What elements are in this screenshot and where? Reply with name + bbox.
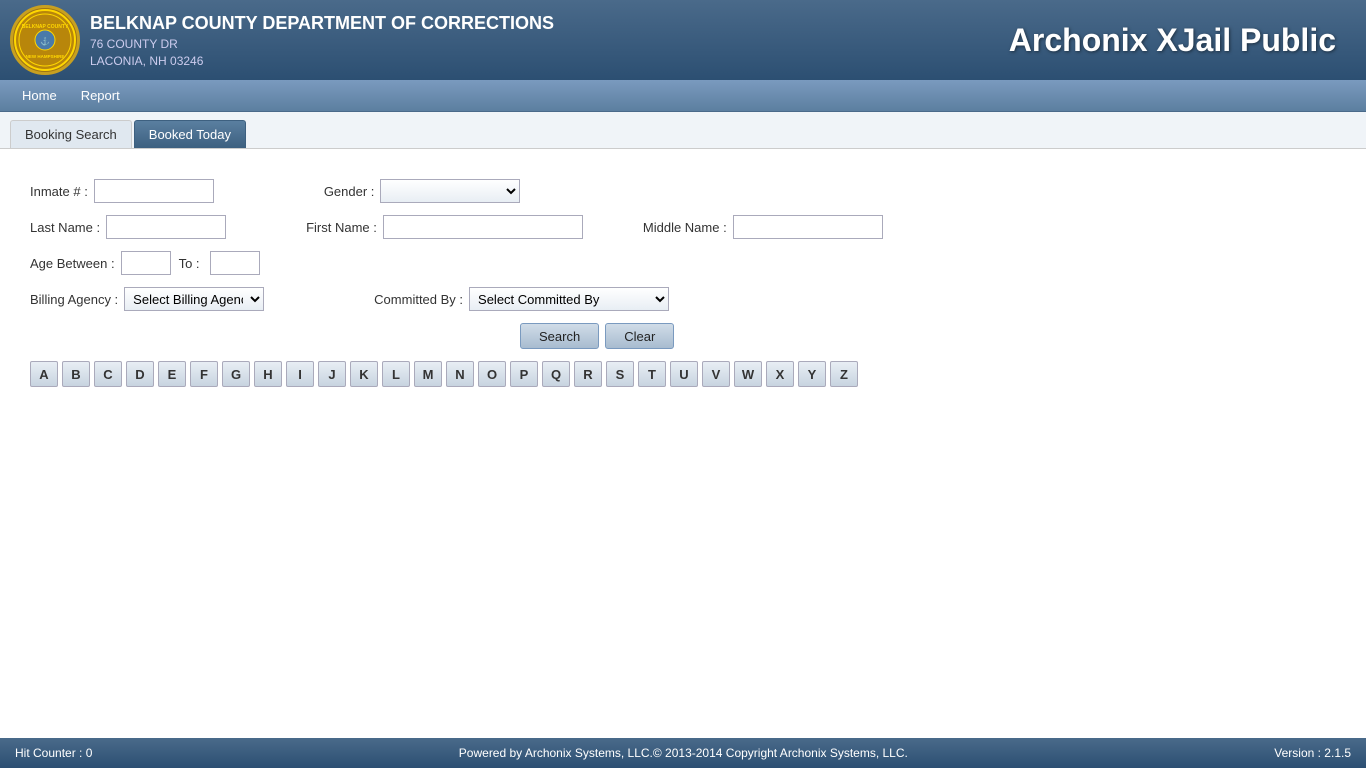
middlename-label: Middle Name : xyxy=(643,220,727,235)
tabs-container: Booking Search Booked Today xyxy=(0,112,1366,149)
form-row-buttons: Search Clear xyxy=(520,323,1336,349)
form-row-1: Inmate # : Gender : Male Female xyxy=(30,179,1336,203)
search-button[interactable]: Search xyxy=(520,323,599,349)
alpha-btn-i[interactable]: I xyxy=(286,361,314,387)
navbar: Home Report xyxy=(0,80,1366,112)
committed-select[interactable]: Select Committed By xyxy=(469,287,669,311)
alpha-btn-o[interactable]: O xyxy=(478,361,506,387)
alphabet-row: ABCDEFGHIJKLMNOPQRSTUVWXYZ xyxy=(30,361,1336,387)
nav-home[interactable]: Home xyxy=(10,80,69,112)
powered-by: Powered by Archonix Systems, LLC.© 2013-… xyxy=(459,746,908,760)
alpha-btn-h[interactable]: H xyxy=(254,361,282,387)
svg-text:NEW HAMPSHIRE: NEW HAMPSHIRE xyxy=(26,54,65,59)
alpha-btn-m[interactable]: M xyxy=(414,361,442,387)
alpha-btn-n[interactable]: N xyxy=(446,361,474,387)
alpha-btn-s[interactable]: S xyxy=(606,361,634,387)
app-brand: Archonix XJail Public xyxy=(1009,22,1336,59)
inmate-label: Inmate # : xyxy=(30,184,88,199)
age-group: Age Between : To : xyxy=(30,251,260,275)
age-to-input[interactable] xyxy=(210,251,260,275)
main-content: Inmate # : Gender : Male Female Last Nam… xyxy=(0,149,1366,729)
alpha-btn-p[interactable]: P xyxy=(510,361,538,387)
inmate-group: Inmate # : xyxy=(30,179,214,203)
dept-name: BELKNAP COUNTY DEPARTMENT OF CORRECTIONS xyxy=(90,13,1009,34)
alpha-btn-y[interactable]: Y xyxy=(798,361,826,387)
inmate-input[interactable] xyxy=(94,179,214,203)
alpha-btn-l[interactable]: L xyxy=(382,361,410,387)
alpha-btn-w[interactable]: W xyxy=(734,361,762,387)
tab-booked-today[interactable]: Booked Today xyxy=(134,120,246,148)
alpha-btn-g[interactable]: G xyxy=(222,361,250,387)
search-form: Inmate # : Gender : Male Female Last Nam… xyxy=(30,179,1336,387)
dept-address-line2: LACONIA, NH 03246 xyxy=(90,54,1009,68)
form-row-4: Billing Agency : Select Billing Agency C… xyxy=(30,287,1336,311)
alpha-btn-t[interactable]: T xyxy=(638,361,666,387)
committed-label: Committed By : xyxy=(374,292,463,307)
svg-text:BELKNAP COUNTY: BELKNAP COUNTY xyxy=(22,24,69,30)
alpha-btn-u[interactable]: U xyxy=(670,361,698,387)
alpha-btn-b[interactable]: B xyxy=(62,361,90,387)
form-row-3: Age Between : To : xyxy=(30,251,1336,275)
header: BELKNAP COUNTY NEW HAMPSHIRE ⚓ BELKNAP C… xyxy=(0,0,1366,80)
alpha-btn-z[interactable]: Z xyxy=(830,361,858,387)
nav-report[interactable]: Report xyxy=(69,80,132,112)
gender-group: Gender : Male Female xyxy=(324,179,521,203)
alpha-btn-v[interactable]: V xyxy=(702,361,730,387)
agency-seal: BELKNAP COUNTY NEW HAMPSHIRE ⚓ xyxy=(10,5,80,75)
firstname-group: First Name : xyxy=(306,215,583,239)
alpha-btn-f[interactable]: F xyxy=(190,361,218,387)
version: Version : 2.1.5 xyxy=(1274,746,1351,760)
header-text: BELKNAP COUNTY DEPARTMENT OF CORRECTIONS… xyxy=(90,13,1009,68)
alpha-btn-d[interactable]: D xyxy=(126,361,154,387)
age-to-label: To : xyxy=(179,256,200,271)
billing-group: Billing Agency : Select Billing Agency xyxy=(30,287,264,311)
lastname-input[interactable] xyxy=(106,215,226,239)
alpha-btn-e[interactable]: E xyxy=(158,361,186,387)
tab-booking-search[interactable]: Booking Search xyxy=(10,120,132,148)
middlename-group: Middle Name : xyxy=(643,215,883,239)
alpha-btn-r[interactable]: R xyxy=(574,361,602,387)
lastname-label: Last Name : xyxy=(30,220,100,235)
svg-text:⚓: ⚓ xyxy=(40,36,50,46)
age-label: Age Between : xyxy=(30,256,115,271)
age-from-input[interactable] xyxy=(121,251,171,275)
hit-counter: Hit Counter : 0 xyxy=(15,746,92,760)
alpha-btn-q[interactable]: Q xyxy=(542,361,570,387)
dept-address-line1: 76 COUNTY DR xyxy=(90,37,1009,51)
alpha-btn-a[interactable]: A xyxy=(30,361,58,387)
firstname-input[interactable] xyxy=(383,215,583,239)
footer: Hit Counter : 0 Powered by Archonix Syst… xyxy=(0,738,1366,768)
billing-select[interactable]: Select Billing Agency xyxy=(124,287,264,311)
clear-button[interactable]: Clear xyxy=(605,323,674,349)
committed-group: Committed By : Select Committed By xyxy=(374,287,669,311)
middlename-input[interactable] xyxy=(733,215,883,239)
alpha-btn-x[interactable]: X xyxy=(766,361,794,387)
alpha-btn-c[interactable]: C xyxy=(94,361,122,387)
lastname-group: Last Name : xyxy=(30,215,226,239)
gender-label: Gender : xyxy=(324,184,375,199)
gender-select[interactable]: Male Female xyxy=(380,179,520,203)
form-row-2: Last Name : First Name : Middle Name : xyxy=(30,215,1336,239)
billing-label: Billing Agency : xyxy=(30,292,118,307)
alpha-btn-j[interactable]: J xyxy=(318,361,346,387)
firstname-label: First Name : xyxy=(306,220,377,235)
alpha-btn-k[interactable]: K xyxy=(350,361,378,387)
